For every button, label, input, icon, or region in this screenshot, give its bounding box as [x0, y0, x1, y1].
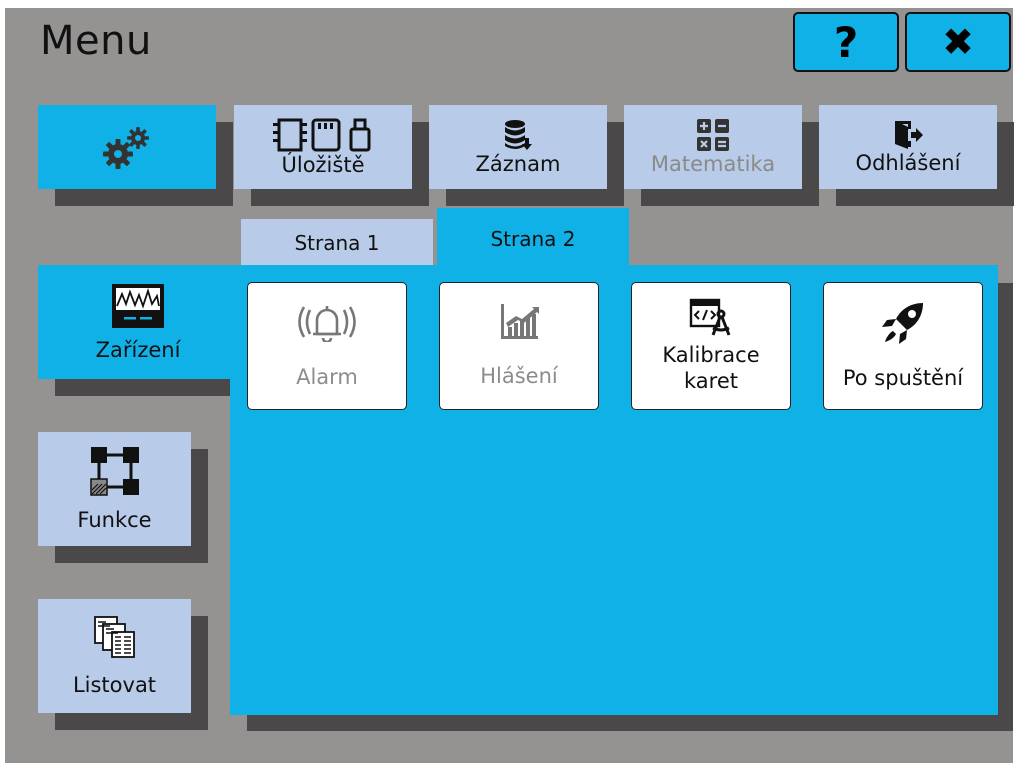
tab-label: Strana 2 [490, 227, 576, 251]
math-label: Matematika [650, 152, 776, 176]
card-label: Kalibrace karet [662, 342, 760, 393]
storage-icon [273, 118, 371, 152]
page-title: Menu [40, 18, 152, 64]
gears-icon [103, 127, 149, 169]
device-label: Zařízení [95, 338, 181, 362]
startup-card[interactable]: Po spuštění [823, 282, 983, 410]
screen: Menu ? ✖ Úložiště Záznam Matematika Odhl… [0, 0, 1019, 769]
tab-strana-2[interactable]: Strana 2 [437, 208, 629, 270]
calculator-icon [697, 119, 729, 151]
calibration-card[interactable]: Kalibrace karet [631, 282, 791, 410]
calibration-icon [689, 298, 731, 336]
record-button[interactable]: Záznam [429, 105, 607, 189]
math-button[interactable]: Matematika [624, 105, 802, 189]
alarm-card[interactable]: Alarm [247, 282, 407, 410]
tab-strana-1[interactable]: Strana 1 [241, 219, 433, 267]
rocket-icon [882, 302, 923, 344]
exit-icon [895, 121, 923, 149]
help-button[interactable]: ? [793, 12, 899, 72]
card-label: Hlášení [480, 363, 558, 388]
browse-label: Listovat [72, 673, 157, 697]
settings-button[interactable] [38, 105, 216, 189]
logout-label: Odhlášení [855, 151, 961, 175]
logout-button[interactable]: Odhlášení [819, 105, 997, 189]
card-label: Alarm [296, 364, 358, 389]
storage-label: Úložiště [281, 153, 365, 177]
close-icon: ✖ [942, 20, 974, 64]
close-button[interactable]: ✖ [905, 12, 1011, 72]
device-button[interactable]: Zařízení [38, 265, 238, 379]
monitor-icon [112, 284, 164, 328]
record-label: Záznam [475, 152, 561, 176]
tab-label: Strana 1 [294, 231, 380, 255]
documents-icon [93, 616, 135, 658]
card-label: Po spuštění [842, 365, 964, 390]
browse-button[interactable]: Listovat [38, 599, 191, 713]
storage-button[interactable]: Úložiště [234, 105, 412, 189]
network-icon [89, 447, 139, 496]
bell-icon [298, 305, 356, 342]
report-card[interactable]: Hlášení [439, 282, 599, 410]
report-chart-icon [501, 303, 539, 339]
functions-label: Funkce [77, 508, 152, 532]
database-icon [505, 120, 532, 150]
functions-button[interactable]: Funkce [38, 432, 191, 546]
help-icon: ? [833, 17, 859, 67]
